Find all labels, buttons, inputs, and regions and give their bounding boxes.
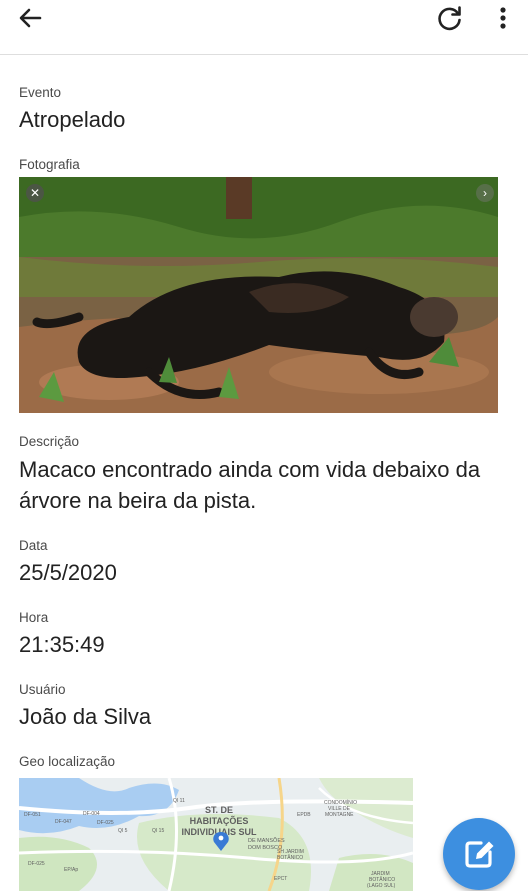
descricao-value: Macaco encontrado ainda com vida debaixo… xyxy=(19,457,481,513)
map-label-epct: EPCT xyxy=(274,876,287,882)
map-label-condominio-1: CONDOMÍNIO xyxy=(324,799,357,806)
map-label-jardim-4: BOTÂNICO xyxy=(369,876,395,883)
map-label-df004: DF-004 xyxy=(83,811,100,817)
map-label-df051: DF-051 xyxy=(24,812,41,818)
close-photo-icon[interactable]: ✕ xyxy=(26,184,44,202)
next-photo-icon[interactable]: › xyxy=(476,184,494,202)
usuario-label: Usuário xyxy=(19,682,66,697)
map-label-mansoes-1: DE MANSÕES xyxy=(248,837,285,844)
refresh-button[interactable] xyxy=(430,0,470,36)
map-label-epdb: EPDB xyxy=(297,812,311,818)
map-label-st-de: ST. DE xyxy=(205,805,233,815)
geo-map[interactable]: ST. DE HABITAÇÕES INDIVIDUAIS SUL DE MAN… xyxy=(19,778,413,891)
map-label-jardim-5: (LAGO SUL) xyxy=(367,883,396,889)
data-label: Data xyxy=(19,538,48,553)
map-label-qi15: QI 15 xyxy=(152,828,164,834)
usuario-value: João da Silva xyxy=(19,704,152,729)
top-app-bar xyxy=(0,0,528,55)
back-button[interactable] xyxy=(10,0,50,36)
map-label-df025a: DF-025 xyxy=(97,820,114,826)
refresh-icon xyxy=(438,6,461,31)
map-label-qi5: QI 5 xyxy=(118,828,128,834)
geo-label: Geo localização xyxy=(19,754,116,769)
edit-icon xyxy=(465,841,494,868)
map-label-condominio-3: MONTAGNE xyxy=(325,812,354,818)
map-image: ST. DE HABITAÇÕES INDIVIDUAIS SUL DE MAN… xyxy=(19,778,413,891)
descricao-label: Descrição xyxy=(19,434,80,449)
map-label-epap: EP/Ap xyxy=(64,867,78,873)
edit-fab-button[interactable] xyxy=(443,818,515,890)
data-value: 25/5/2020 xyxy=(19,560,117,585)
evento-value: Atropelado xyxy=(19,107,126,132)
more-options-button[interactable] xyxy=(488,0,518,36)
event-photo[interactable]: ✕ › xyxy=(19,177,498,413)
evento-label: Evento xyxy=(19,85,62,100)
map-label-jardim-2: BOTÂNICO xyxy=(277,854,303,861)
fotografia-label: Fotografia xyxy=(19,157,80,172)
map-label-df047: DF-047 xyxy=(55,819,72,825)
more-vertical-icon xyxy=(500,7,506,29)
map-label-qi11: QI 11 xyxy=(173,798,185,804)
hora-label: Hora xyxy=(19,610,49,625)
photo-image xyxy=(19,177,498,413)
hora-value: 21:35:49 xyxy=(19,632,105,657)
map-label-habitacoes: HABITAÇÕES xyxy=(190,816,249,826)
map-label-df025b: DF-025 xyxy=(28,861,45,867)
arrow-left-icon xyxy=(19,8,42,28)
